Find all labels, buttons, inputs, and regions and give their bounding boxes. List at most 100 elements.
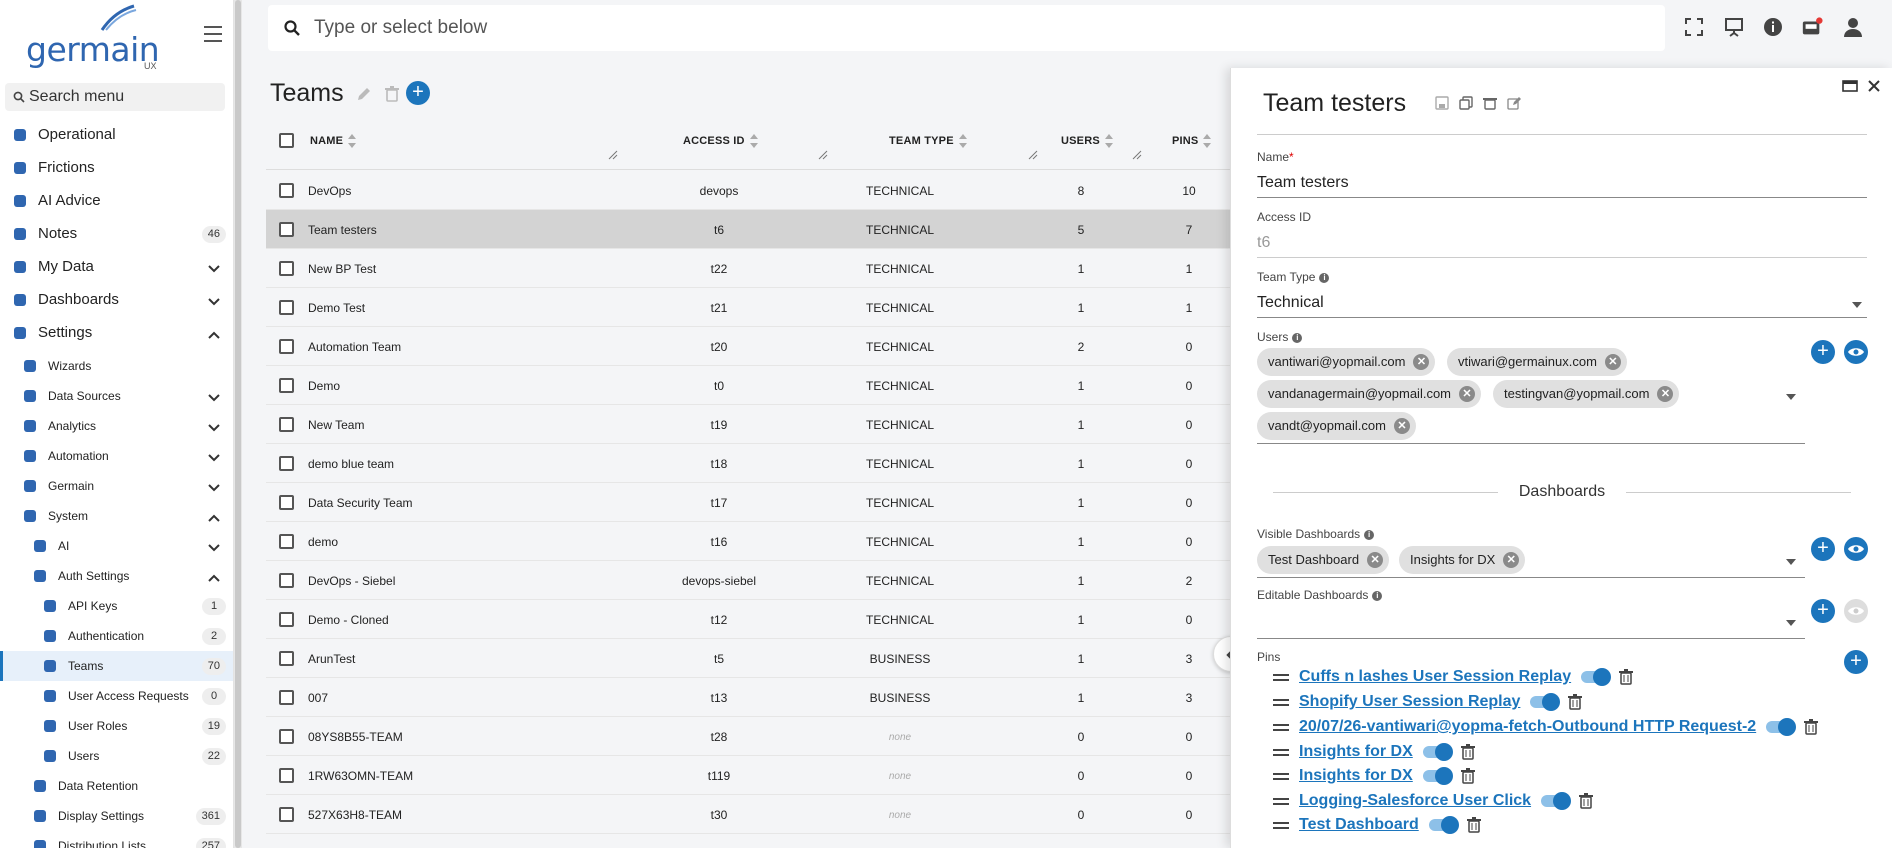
row-checkbox[interactable] (279, 612, 294, 627)
view-editable-dashboards-button[interactable] (1844, 599, 1868, 623)
pin-toggle[interactable] (1581, 668, 1612, 686)
chevron-down-icon[interactable] (208, 541, 220, 552)
table-row[interactable]: DevOps - Siebel devops-siebel TECHNICAL 1 2 (266, 561, 1232, 600)
drag-handle-icon[interactable] (1273, 770, 1289, 783)
table-row[interactable]: Automation Team t20 TECHNICAL 2 0 (266, 327, 1232, 366)
sidebar-item-distribution-lists[interactable]: Distribution Lists 257 (0, 831, 233, 848)
table-row[interactable]: New BP Test t22 TECHNICAL 1 1 (266, 249, 1232, 288)
hamburger-menu-icon[interactable] (204, 26, 222, 42)
sidebar-item-automation[interactable]: Automation (0, 441, 233, 471)
pin-link[interactable]: Cuffs n lashes User Session Replay (1299, 668, 1571, 686)
column-header-pins[interactable]: PINS (1172, 134, 1212, 148)
column-header-access-id[interactable]: ACCESS ID (683, 134, 758, 148)
pin-toggle[interactable] (1530, 693, 1561, 711)
row-checkbox[interactable] (279, 651, 294, 666)
trash-icon[interactable] (1619, 669, 1634, 685)
add-team-button[interactable]: + (406, 81, 430, 105)
pin-toggle[interactable] (1766, 718, 1797, 736)
column-resize-handle[interactable] (1132, 150, 1142, 160)
global-search-input[interactable] (314, 15, 1014, 41)
sidebar-item-display-settings[interactable]: Display Settings 361 (0, 801, 233, 831)
row-checkbox[interactable] (279, 729, 294, 744)
view-users-button[interactable] (1844, 340, 1868, 364)
add-user-button[interactable]: + (1811, 340, 1835, 364)
pin-link[interactable]: Insights for DX (1299, 767, 1413, 785)
pin-toggle[interactable] (1541, 792, 1572, 810)
sidebar-item-analytics[interactable]: Analytics (0, 411, 233, 441)
inbox-notification-icon[interactable] (1801, 16, 1823, 38)
pin-toggle[interactable] (1428, 816, 1459, 834)
table-row[interactable]: Demo Test t21 TECHNICAL 1 1 (266, 288, 1232, 327)
column-header-users[interactable]: USERS (1061, 134, 1113, 148)
trash-icon[interactable] (1466, 817, 1481, 833)
table-row[interactable]: Data Security Team t17 TECHNICAL 1 0 (266, 483, 1232, 522)
row-checkbox[interactable] (279, 495, 294, 510)
chevron-down-icon[interactable] (1786, 620, 1796, 626)
row-checkbox[interactable] (279, 768, 294, 783)
row-checkbox[interactable] (279, 456, 294, 471)
info-icon[interactable] (1762, 16, 1784, 38)
sidebar-item-my-data[interactable]: My Data (0, 252, 233, 282)
remove-chip-icon[interactable]: ✕ (1604, 354, 1621, 370)
remove-chip-icon[interactable]: ✕ (1367, 552, 1384, 568)
row-checkbox[interactable] (279, 261, 294, 276)
sidebar-item-germain[interactable]: Germain (0, 471, 233, 501)
trash-icon[interactable] (385, 86, 399, 102)
sidebar-scroll-thumb[interactable] (235, 0, 241, 848)
search-menu-input[interactable] (29, 87, 219, 107)
table-row[interactable]: Demo t0 TECHNICAL 1 0 (266, 366, 1232, 405)
remove-chip-icon[interactable]: ✕ (1657, 386, 1674, 402)
chevron-down-icon[interactable] (208, 451, 220, 462)
chevron-down-icon[interactable] (208, 295, 220, 306)
column-resize-handle[interactable] (818, 150, 828, 160)
row-checkbox[interactable] (279, 573, 294, 588)
add-visible-dashboard-button[interactable]: + (1811, 537, 1835, 561)
trash-icon[interactable] (1483, 96, 1497, 110)
table-row[interactable]: 527X63H8-TEAM t30 none 0 0 (266, 795, 1232, 834)
sidebar-item-operational[interactable]: Operational (0, 120, 233, 150)
sidebar-item-data-sources[interactable]: Data Sources (0, 381, 233, 411)
row-checkbox[interactable] (279, 378, 294, 393)
pin-link[interactable]: Logging-Salesforce User Click (1299, 792, 1531, 810)
sidebar-item-ai[interactable]: AI (0, 531, 233, 561)
trash-icon[interactable] (1568, 694, 1583, 710)
sidebar-item-api-keys[interactable]: API Keys 1 (0, 591, 233, 621)
column-header-team-type[interactable]: TEAM TYPE (889, 134, 967, 148)
add-editable-dashboard-button[interactable]: + (1811, 599, 1835, 623)
presentation-icon[interactable] (1723, 16, 1745, 38)
germain-logo[interactable]: germain UX (26, 4, 160, 71)
table-row[interactable]: ArunTest t5 BUSINESS 1 3 (266, 639, 1232, 678)
name-field[interactable]: Team testers (1257, 174, 1349, 192)
select-all-checkbox[interactable] (279, 133, 294, 148)
trash-icon[interactable] (1460, 744, 1475, 760)
chevron-down-icon[interactable] (208, 421, 220, 432)
table-row[interactable]: DevOps devops TECHNICAL 8 10 (266, 171, 1232, 210)
table-row[interactable]: demo blue team t18 TECHNICAL 1 0 (266, 444, 1232, 483)
maximize-icon[interactable] (1842, 80, 1858, 92)
row-checkbox[interactable] (279, 690, 294, 705)
sidebar-item-teams[interactable]: Teams 70 (0, 651, 233, 681)
remove-chip-icon[interactable]: ✕ (1503, 552, 1520, 568)
team-type-select[interactable]: Technical (1257, 294, 1324, 312)
add-pin-button[interactable]: + (1844, 650, 1868, 674)
chevron-down-icon[interactable] (1786, 559, 1796, 565)
chevron-down-icon[interactable] (208, 481, 220, 492)
column-resize-handle[interactable] (608, 150, 618, 160)
row-checkbox[interactable] (279, 417, 294, 432)
drag-handle-icon[interactable] (1273, 721, 1289, 734)
table-row[interactable]: Team testers t6 TECHNICAL 5 7 (266, 210, 1232, 249)
trash-icon[interactable] (1804, 719, 1819, 735)
row-checkbox[interactable] (279, 183, 294, 198)
sidebar-item-notes[interactable]: Notes 46 (0, 219, 233, 249)
drag-handle-icon[interactable] (1273, 671, 1289, 684)
row-checkbox[interactable] (279, 222, 294, 237)
sidebar-item-system[interactable]: System (0, 501, 233, 531)
sidebar-item-dashboards[interactable]: Dashboards (0, 285, 233, 315)
close-icon[interactable] (1867, 79, 1881, 93)
drag-handle-icon[interactable] (1273, 819, 1289, 832)
fullscreen-icon[interactable] (1683, 16, 1705, 38)
pin-link[interactable]: Insights for DX (1299, 743, 1413, 761)
pin-toggle[interactable] (1422, 767, 1453, 785)
chevron-up-icon[interactable] (208, 511, 220, 522)
chevron-down-icon[interactable] (208, 262, 220, 273)
